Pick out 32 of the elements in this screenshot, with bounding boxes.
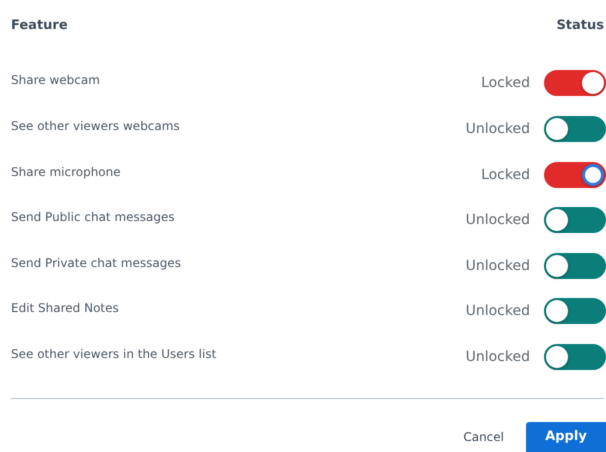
feature-label: Share microphone (11, 164, 121, 179)
lock-toggle[interactable] (544, 344, 606, 370)
toggle-knob[interactable] (582, 72, 604, 94)
column-header: Status (556, 18, 604, 34)
feature-label: See other viewers in the Users list (11, 347, 216, 362)
feature-label: Send Public chat messages (11, 210, 175, 224)
column-header: Feature (11, 18, 68, 34)
toggle-knob[interactable] (546, 254, 568, 277)
lock-toggle[interactable] (544, 298, 606, 324)
lock-toggle[interactable] (544, 162, 606, 188)
status-text: Unlocked (466, 212, 530, 228)
status-text: Locked (481, 166, 530, 183)
lock-toggle[interactable] (544, 252, 606, 279)
cancel-button[interactable]: Cancel (455, 426, 512, 448)
lock-toggle[interactable] (544, 207, 606, 234)
toggle-knob[interactable] (546, 118, 568, 140)
toggle-knob[interactable] (546, 300, 568, 322)
lock-toggle[interactable] (544, 116, 606, 142)
feature-label: Edit Shared Notes (11, 301, 119, 316)
status-text: Unlocked (466, 258, 530, 274)
toggle-knob[interactable] (582, 164, 604, 186)
status-text: Unlocked (466, 120, 530, 137)
status-text: Unlocked (466, 349, 530, 366)
feature-label: See other viewers webcams (11, 118, 180, 133)
toggle-knob[interactable] (546, 346, 568, 368)
status-text: Locked (481, 75, 530, 92)
lock-toggle[interactable] (544, 70, 606, 96)
apply-button[interactable]: Apply (526, 422, 606, 452)
feature-label: Share webcam (11, 73, 100, 88)
status-text: Unlocked (466, 303, 530, 320)
feature-label: Send Private chat messages (11, 256, 181, 270)
toggle-knob[interactable] (546, 209, 568, 232)
